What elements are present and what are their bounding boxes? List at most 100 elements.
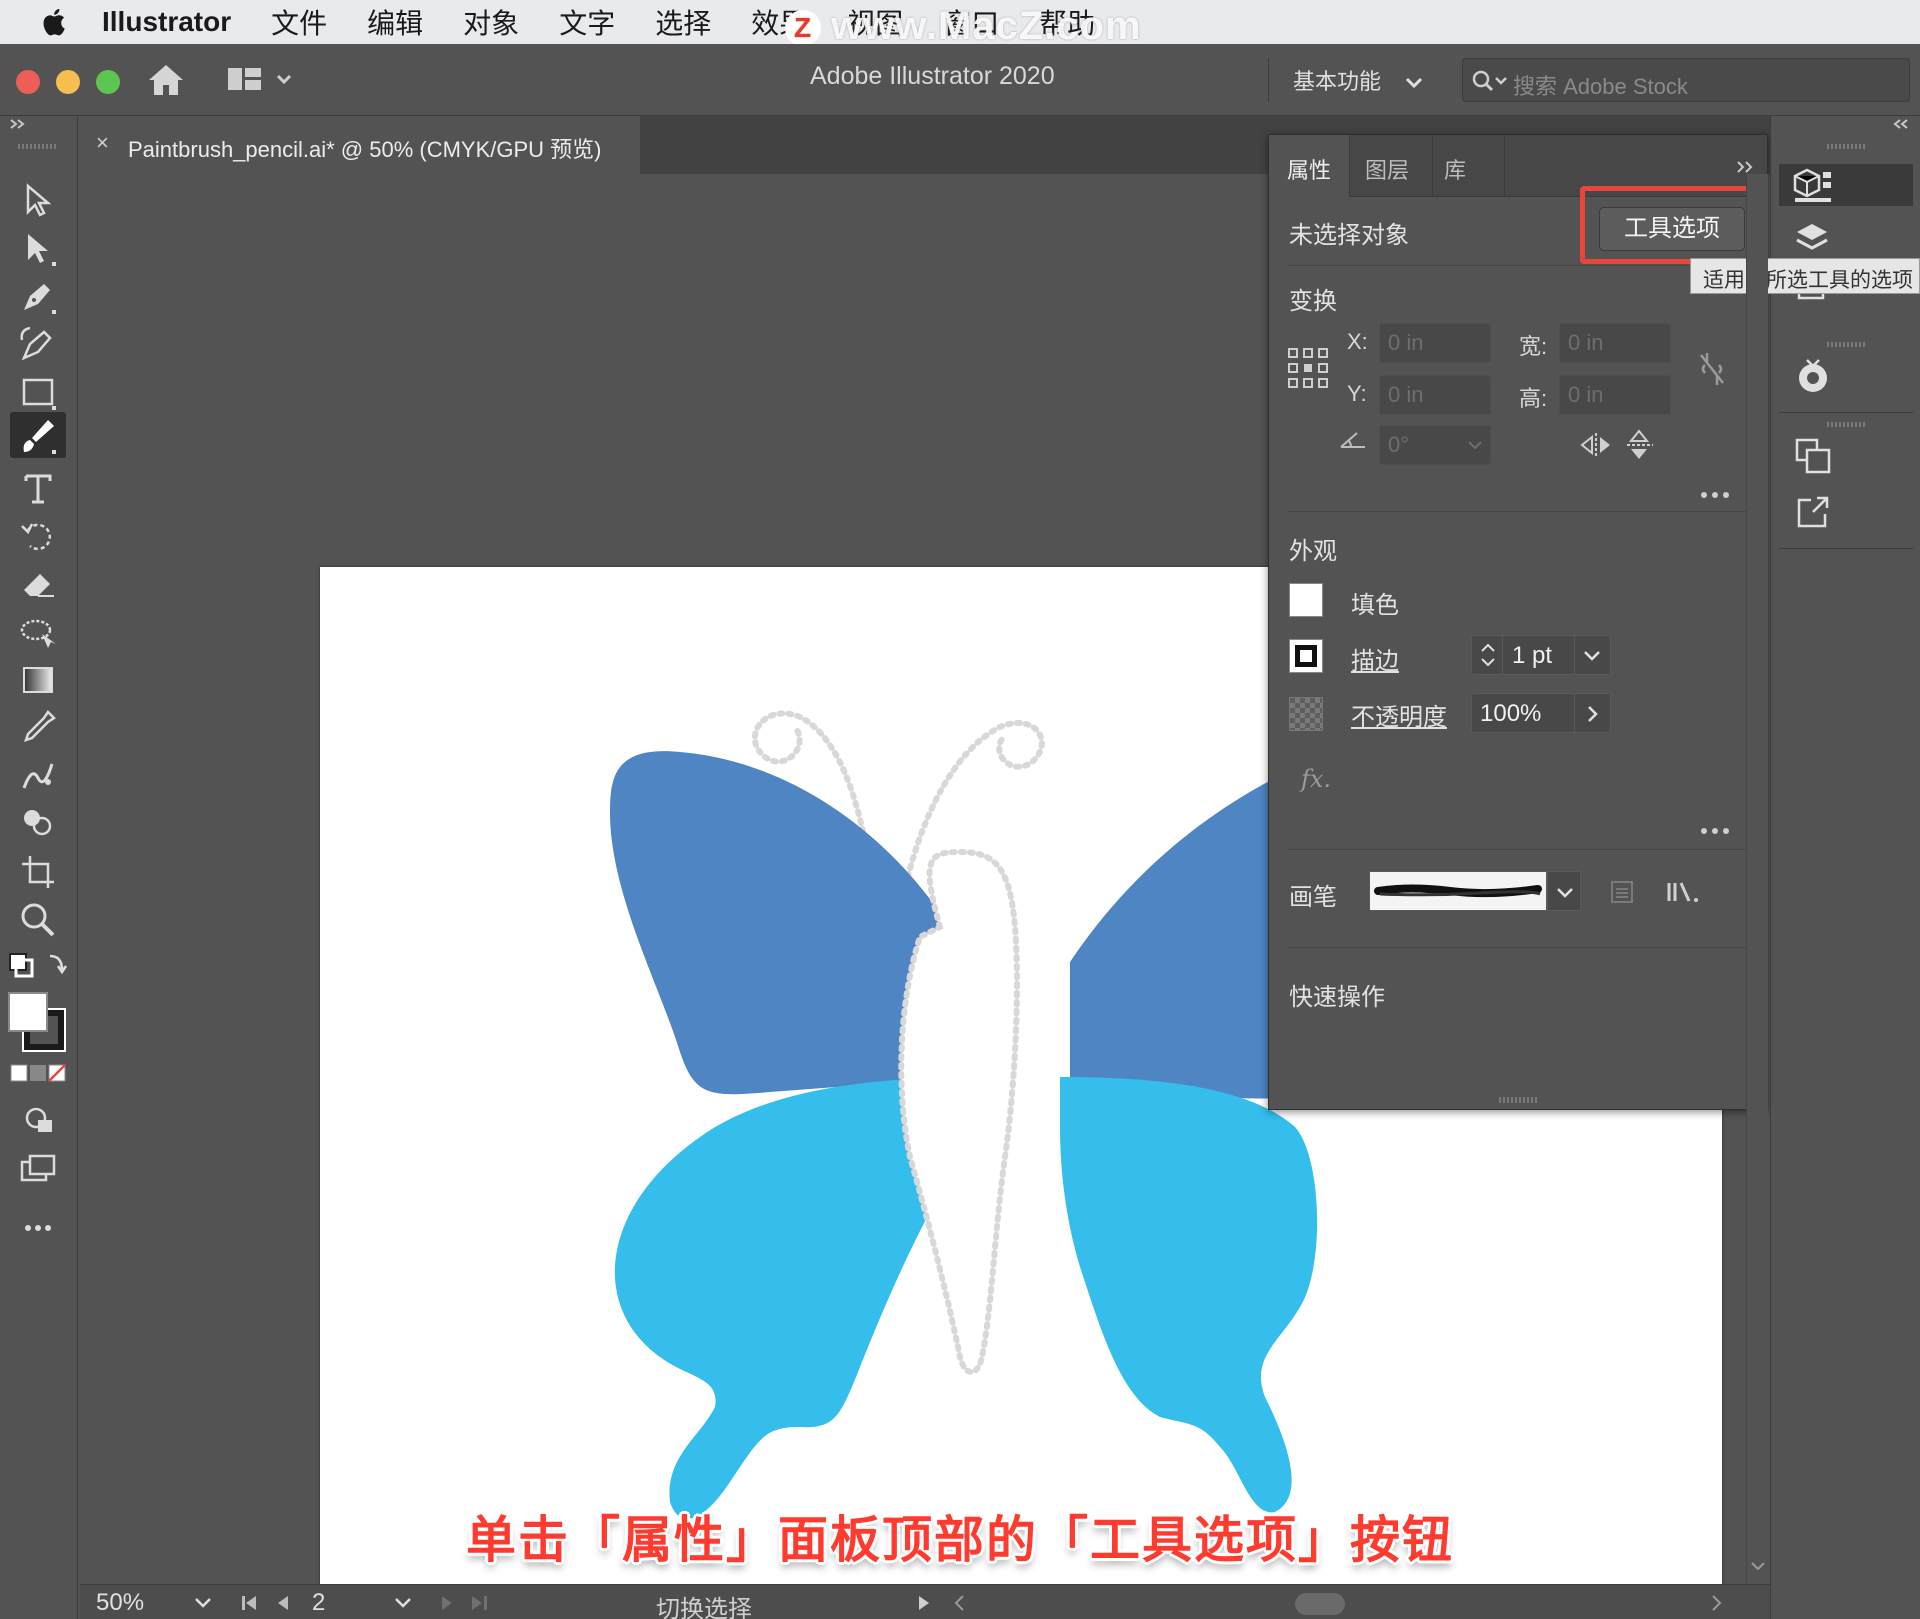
screen-mode-icon[interactable] [18,1148,58,1188]
width-tool-icon[interactable] [18,612,58,652]
fill-label[interactable]: 填色 [1351,585,1399,620]
scroll-right-icon[interactable] [1710,1593,1724,1613]
collapse-dock-icon[interactable] [1891,116,1911,132]
zoom-window-button[interactable] [96,70,120,94]
next-last-artboard-icon[interactable] [438,1593,498,1613]
opacity-swatch[interactable] [1289,697,1323,731]
angle-value: 0° [1388,432,1410,457]
flip-horizontal-icon[interactable] [1579,431,1613,459]
color-guide-icon[interactable] [1793,356,1833,398]
menu-file[interactable]: 文件 [271,2,327,42]
artboard-tool-icon[interactable] [18,852,58,892]
opacity-field[interactable]: 100% [1471,693,1611,733]
dock-grip[interactable] [1827,144,1867,149]
rotate-tool-icon[interactable] [18,516,58,556]
menu-edit[interactable]: 编辑 [367,2,423,42]
arrange-documents-icon[interactable] [226,64,296,94]
curvature-tool-icon[interactable] [18,324,58,364]
swap-fill-stroke-icon[interactable] [8,950,68,982]
chevron-down-icon[interactable] [1582,650,1602,662]
rotate-angle-icon [1340,432,1365,448]
brush-dropdown[interactable] [1547,871,1581,911]
y-field[interactable]: 0 in [1379,375,1491,415]
vertical-scrollbar[interactable] [1746,174,1768,1584]
menu-select[interactable]: 选择 [655,2,711,42]
chevron-right-icon[interactable] [1586,704,1600,724]
selection-tool-icon[interactable] [18,180,58,220]
status-mode-label[interactable]: 切换选择 [656,1589,752,1619]
workspace-switcher[interactable]: 基本功能 [1293,64,1423,96]
menu-type[interactable]: 文字 [559,2,615,42]
symbol-sprayer-tool-icon[interactable] [18,756,58,796]
more-options-icon[interactable] [1699,825,1731,837]
properties-panel-icon[interactable] [1791,166,1833,206]
effects-fx-button[interactable]: fx. [1301,765,1331,793]
eyedropper-tool-icon[interactable] [18,708,58,748]
dock-grip[interactable] [1827,422,1867,427]
shape-builder-tool-icon[interactable] [18,804,58,844]
more-tools-icon[interactable] [18,1208,58,1248]
layers-panel-icon[interactable] [1793,220,1831,260]
stock-search-field[interactable]: 搜索 Adobe Stock [1462,58,1910,102]
tab-divider [1349,135,1350,197]
zoom-tool-icon[interactable] [18,900,58,940]
chevron-down-icon[interactable] [194,1597,212,1609]
menu-app-name[interactable]: Illustrator [102,6,231,38]
menu-object[interactable]: 对象 [463,2,519,42]
tab-properties[interactable]: 属性 [1287,153,1331,185]
chevron-down-icon[interactable] [394,1597,412,1609]
color-mode-icon[interactable] [10,1062,66,1084]
panel-grip[interactable] [18,144,58,149]
brush-libraries-icon[interactable] [1665,879,1701,905]
dock-divider [1779,548,1913,549]
stepper-icon[interactable] [1478,640,1498,670]
export-icon[interactable] [1793,492,1833,532]
transform-panel-icon[interactable] [1793,436,1833,476]
zoom-level[interactable]: 50% [96,1589,144,1617]
direct-selection-tool-icon[interactable] [18,228,58,268]
panel-resize-grip[interactable] [1499,1097,1539,1103]
pen-tool-icon[interactable] [18,276,58,316]
stock-search-input[interactable]: 搜索 Adobe Stock [1513,69,1688,101]
home-icon[interactable] [146,62,186,98]
titlebar-divider [1268,58,1269,102]
rectangle-tool-icon[interactable] [18,372,58,412]
opacity-label[interactable]: 不透明度 [1351,697,1447,732]
eraser-tool-icon[interactable] [18,564,58,604]
collapse-panel-icon[interactable] [8,116,28,132]
stroke-weight-field[interactable]: 1 pt [1471,635,1611,675]
reference-point-icon[interactable] [1287,347,1329,389]
constrain-proportions-icon[interactable] [1695,349,1729,389]
fill-color-swatch[interactable] [1289,583,1323,617]
fill-swatch[interactable] [8,992,48,1032]
more-options-icon[interactable] [1699,489,1731,501]
x-field[interactable]: 0 in [1379,323,1491,363]
first-previous-artboard-icon[interactable] [240,1593,300,1613]
width-field[interactable]: 0 in [1559,323,1671,363]
angle-field[interactable]: 0° [1379,425,1491,465]
brush-options-icon[interactable] [1609,879,1635,905]
flip-vertical-icon[interactable] [1625,429,1655,461]
status-menu-icon[interactable] [916,1593,932,1613]
document-tab[interactable]: × Paintbrush_pencil.ai* @ 50% (CMYK/GPU … [80,116,640,174]
scroll-left-icon[interactable] [952,1593,966,1613]
close-tab-button[interactable]: × [96,130,109,156]
tab-libraries[interactable]: 库 [1444,153,1466,185]
chevron-down-icon [1557,888,1573,898]
paintbrush-tool-icon[interactable] [18,416,58,456]
dock-grip[interactable] [1827,342,1867,347]
brush-preview[interactable] [1369,871,1547,911]
artboard-number[interactable]: 2 [312,1589,325,1617]
stroke-label[interactable]: 描边 [1351,641,1399,676]
close-window-button[interactable] [16,70,40,94]
apple-logo-icon[interactable] [38,5,72,39]
minimize-window-button[interactable] [56,70,80,94]
horizontal-scroll-thumb[interactable] [1295,1593,1345,1615]
stroke-color-swatch[interactable] [1289,639,1323,673]
tab-layers[interactable]: 图层 [1365,153,1409,185]
draw-mode-icon[interactable] [18,1100,58,1140]
height-field[interactable]: 0 in [1559,375,1671,415]
gradient-tool-icon[interactable] [18,660,58,700]
panel-menu-icon[interactable] [1735,159,1757,175]
type-tool-icon[interactable] [18,468,58,508]
